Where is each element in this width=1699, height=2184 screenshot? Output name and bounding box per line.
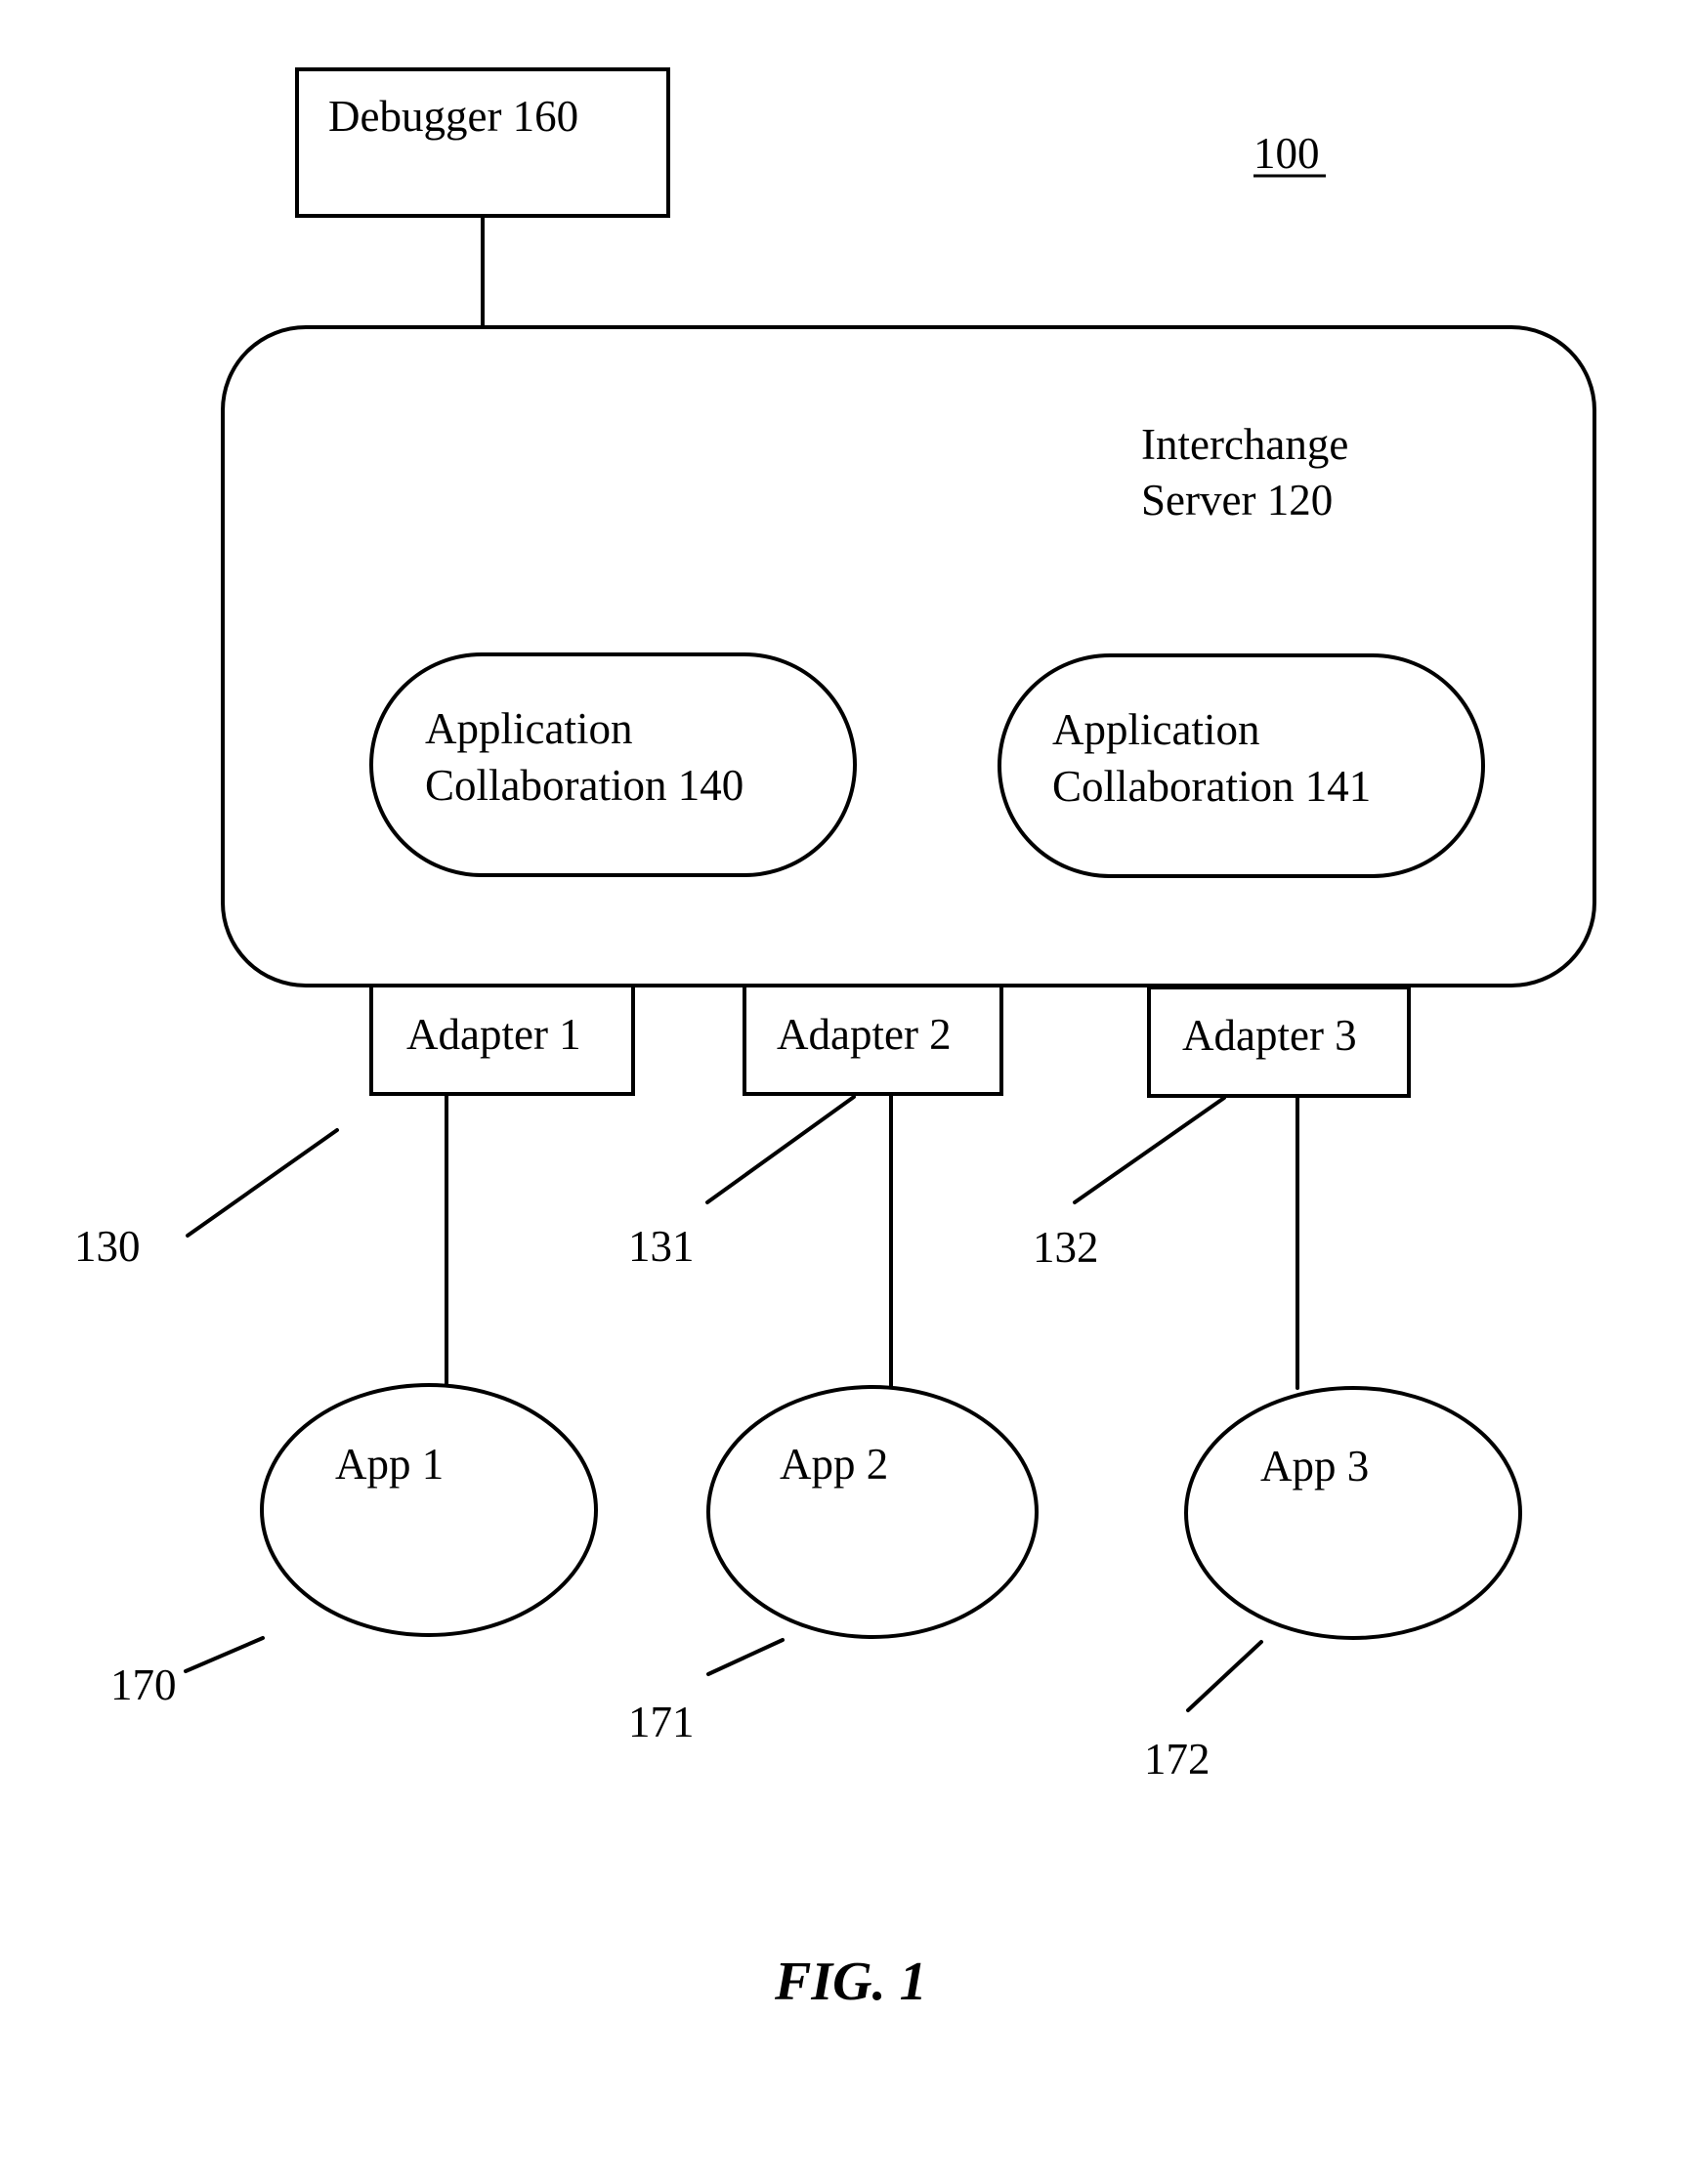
adapter-1: Adapter 1 [369, 984, 635, 1096]
system-diagram: Debugger 160 100 Interchange Server 120 … [74, 67, 1596, 2012]
app-3: App 3 [1184, 1386, 1522, 1640]
ref-label-132: 132 [1033, 1223, 1099, 1272]
ref-label-170: 170 [110, 1660, 177, 1709]
figure-caption: FIG. 1 [774, 1952, 927, 2012]
collaboration-label-line1: Application [425, 704, 632, 753]
ref-label-130: 130 [74, 1222, 141, 1271]
collaboration-label-line1: Application [1052, 705, 1259, 754]
app-ellipse [1184, 1386, 1522, 1640]
app-label: App 2 [780, 1440, 888, 1489]
ref-label-172: 172 [1144, 1735, 1211, 1784]
server-label-line2: Server 120 [1141, 476, 1333, 525]
app-label: App 3 [1260, 1442, 1369, 1491]
debugger-label: Debugger 160 [328, 92, 578, 141]
leader-line-130 [186, 1128, 339, 1238]
collaboration-140: Application Collaboration 140 [369, 652, 857, 877]
debugger-node: Debugger 160 [295, 67, 670, 218]
adapter-label: Adapter 3 [1182, 1011, 1357, 1060]
adapter-3: Adapter 3 [1147, 986, 1411, 1098]
app-2: App 2 [706, 1385, 1039, 1639]
ref-label-171: 171 [628, 1698, 695, 1746]
adapter-2: Adapter 2 [743, 984, 1003, 1096]
collaboration-141: Application Collaboration 141 [998, 653, 1485, 878]
server-label-line1: Interchange [1141, 420, 1348, 469]
ref-label-131: 131 [628, 1222, 695, 1271]
app-label: App 1 [335, 1440, 444, 1489]
leader-line-132 [1073, 1096, 1226, 1204]
leader-line-171 [706, 1638, 785, 1676]
app-1: App 1 [260, 1383, 598, 1637]
figure-reference-number: 100 [1253, 129, 1320, 178]
app-ellipse [706, 1385, 1039, 1639]
leader-line-131 [705, 1095, 856, 1204]
collaboration-label-line2: Collaboration 140 [425, 761, 743, 810]
adapter-label: Adapter 2 [777, 1010, 952, 1059]
leader-line-170 [184, 1636, 265, 1673]
leader-line-172 [1186, 1640, 1263, 1712]
app-ellipse [260, 1383, 598, 1637]
adapter-label: Adapter 1 [406, 1010, 581, 1059]
collaboration-label-line2: Collaboration 141 [1052, 762, 1371, 811]
